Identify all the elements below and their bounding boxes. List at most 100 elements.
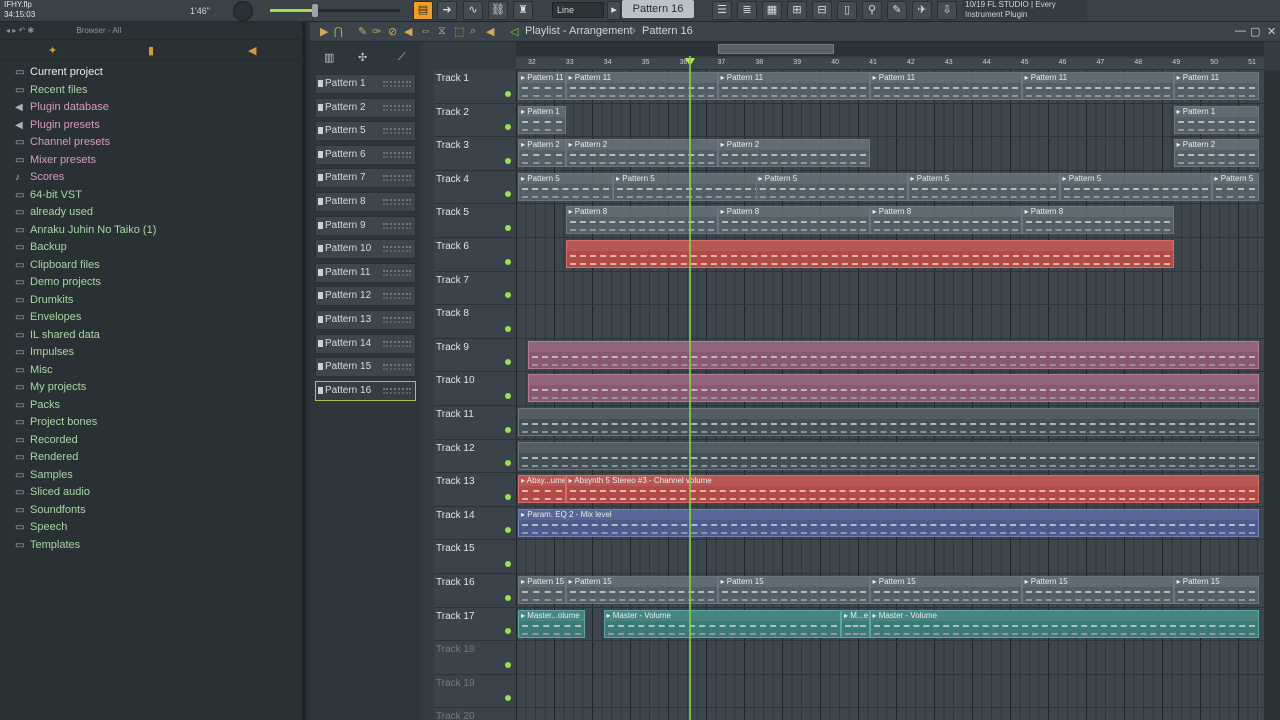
playlist-clip[interactable] bbox=[527, 374, 1259, 403]
browser-item[interactable]: ▭ Recent files bbox=[0, 82, 302, 100]
slip-tool-icon[interactable]: ⇔ bbox=[420, 25, 431, 37]
playlist-clip[interactable] bbox=[565, 240, 1174, 268]
track-header[interactable]: Track 12 bbox=[434, 440, 516, 474]
playlist-clip[interactable]: ▸ Pattern 15 bbox=[518, 576, 566, 604]
track-lane[interactable] bbox=[516, 339, 1264, 373]
pattern-picker-item[interactable]: Pattern 6 bbox=[315, 144, 416, 165]
track-mute-led[interactable] bbox=[505, 392, 511, 399]
pattern-picker-item[interactable]: Pattern 8 bbox=[315, 191, 416, 212]
tab-all-icon[interactable]: ✦ bbox=[48, 44, 57, 57]
playlist-clip[interactable]: ▸ Pattern 1 bbox=[1173, 105, 1259, 134]
pattern-picker-item[interactable]: Pattern 12 bbox=[315, 286, 416, 307]
track-lane[interactable]: ▸ Pattern 5 ▸ Pattern 5 ▸ Pattern 5 ▸ Patte… bbox=[516, 171, 1264, 205]
pattern-picker-item[interactable]: Pattern 14 bbox=[315, 333, 416, 354]
browser-item[interactable]: ▭ 64-bit VST bbox=[0, 187, 302, 205]
playlist-clip[interactable] bbox=[527, 340, 1259, 369]
master-pitch-knob[interactable] bbox=[233, 1, 253, 21]
browser-item[interactable]: ◀ Plugin database bbox=[0, 99, 302, 117]
playlist-clip[interactable]: ▸ Pattern 15 bbox=[1021, 576, 1174, 604]
track-lane[interactable]: ▸ Pattern 8 ▸ Pattern 8 ▸ Pattern 8 ▸ Patte… bbox=[516, 204, 1264, 238]
track-header[interactable]: Track 4 bbox=[434, 171, 516, 205]
back-arrow-icon[interactable]: ◁ bbox=[510, 25, 518, 38]
track-lane[interactable]: ▸ Param. EQ 2 - Mix level bbox=[516, 507, 1264, 541]
playlist-clip[interactable]: ▸ Pattern 8 bbox=[1021, 206, 1174, 235]
browser-item[interactable]: ▭ Misc bbox=[0, 362, 302, 380]
track-mute-led[interactable] bbox=[505, 90, 511, 97]
track-mute-led[interactable] bbox=[505, 191, 511, 198]
minimize-icon[interactable]: — bbox=[1235, 25, 1246, 37]
timeline-ruler[interactable]: 32 33 34 35 36 37 38 39 40 41 42 43 44 45 46 47 48 49 50 51 bbox=[516, 58, 1264, 70]
track-header[interactable]: Track 11 bbox=[434, 406, 516, 440]
browser-item[interactable]: ▭ Anraku Juhin No Taiko (1) bbox=[0, 222, 302, 240]
browser-item[interactable]: ▭ Backup bbox=[0, 239, 302, 257]
piano-roll-icon[interactable]: ▦ bbox=[762, 1, 782, 20]
track-header[interactable]: Track 19 bbox=[434, 675, 516, 709]
track-header[interactable]: Track 2 bbox=[434, 104, 516, 138]
track-header[interactable]: Track 6 bbox=[434, 238, 516, 272]
playlist-clip[interactable]: ▸ Pattern 8 bbox=[565, 206, 718, 235]
master-volume-slider[interactable] bbox=[270, 4, 400, 17]
track-mute-led[interactable] bbox=[505, 325, 511, 332]
browser-item[interactable]: ▭ Current project bbox=[0, 64, 302, 82]
track-mute-led[interactable] bbox=[505, 292, 511, 299]
pattern-picker-item[interactable]: Pattern 7 bbox=[315, 168, 416, 189]
pattern-picker-item[interactable]: Pattern 16 bbox=[315, 380, 416, 401]
close-icon[interactable]: ✕ bbox=[1267, 25, 1276, 38]
track-header[interactable]: Track 8 bbox=[434, 305, 516, 339]
vertical-scrollbar[interactable] bbox=[1264, 70, 1280, 720]
browser-item[interactable]: ▭ Rendered bbox=[0, 449, 302, 467]
track-header[interactable]: Track 16 bbox=[434, 574, 516, 608]
track-lane[interactable] bbox=[516, 641, 1264, 675]
browser-item[interactable]: ◀ Plugin presets bbox=[0, 117, 302, 135]
browser-item[interactable]: ▭ IL shared data bbox=[0, 327, 302, 345]
browser-item[interactable]: ♪ Scores bbox=[0, 169, 302, 187]
track-header[interactable]: Track 3 bbox=[434, 137, 516, 171]
playlist-clip[interactable]: ▸ Pattern 15 bbox=[565, 576, 718, 604]
draw-tool-icon[interactable]: ✎ bbox=[358, 25, 367, 38]
tab-plugins-icon[interactable]: ◀ bbox=[248, 44, 256, 57]
track-mute-led[interactable] bbox=[505, 560, 511, 567]
pattern-picker-item[interactable]: Pattern 2 bbox=[315, 97, 416, 118]
help-icon[interactable]: ✈ bbox=[912, 1, 932, 20]
track-header[interactable]: Track 20 bbox=[434, 708, 516, 720]
playlist-clip[interactable]: ▸ Master - Volume bbox=[603, 609, 841, 638]
maximize-icon[interactable]: ▢ bbox=[1250, 25, 1260, 38]
link-icon[interactable]: ⛓ bbox=[488, 1, 508, 20]
curve-icon[interactable]: ∿ bbox=[463, 1, 483, 20]
browser-item[interactable]: ▭ Demo projects bbox=[0, 274, 302, 292]
browser-item[interactable]: ▭ Soundfonts bbox=[0, 502, 302, 520]
plugin-picker-icon[interactable]: ⊟ bbox=[812, 1, 832, 20]
playlist-clip[interactable]: ▸ Pattern 11 bbox=[717, 72, 870, 100]
magnet-icon[interactable]: ⋂ bbox=[334, 25, 343, 38]
playlist-clip[interactable] bbox=[518, 441, 1259, 470]
track-header[interactable]: Track 5 bbox=[434, 204, 516, 238]
pattern-picker-item[interactable]: Pattern 1 bbox=[315, 74, 416, 94]
track-lane[interactable]: ▸ Pattern 1 ▸ Pattern 1 bbox=[516, 104, 1264, 138]
track-lane[interactable]: ▸ Pattern 2 ▸ Pattern 2 ▸ Pattern 2 ▸ Patte… bbox=[516, 137, 1264, 171]
playlist-clip[interactable]: ▸ Pattern 2 bbox=[565, 139, 718, 168]
file-icon[interactable]: ▯ bbox=[837, 1, 857, 20]
playlist-clip[interactable] bbox=[518, 408, 1259, 436]
pattern-selector[interactable]: Pattern 16 bbox=[622, 0, 694, 18]
track-mute-led[interactable] bbox=[505, 493, 511, 500]
track-mute-led[interactable] bbox=[505, 124, 511, 131]
track-mute-led[interactable] bbox=[505, 359, 511, 366]
playlist-clip[interactable]: ▸ Pattern 2 bbox=[518, 139, 566, 168]
playlist-clip[interactable]: ▸ Pattern 1 bbox=[518, 105, 566, 134]
track-lane[interactable]: ▸ Pattern 15 ▸ Pattern 15 ▸ Pattern 15 ▸ Pa… bbox=[516, 574, 1264, 608]
playback-tool-icon[interactable]: ◀ bbox=[486, 25, 494, 38]
playlist-clip[interactable]: ▸ Pattern 5 bbox=[1211, 172, 1259, 201]
browser-item[interactable]: ▭ Samples bbox=[0, 467, 302, 485]
arrow-icon[interactable]: ➜ bbox=[437, 1, 457, 20]
piano-icon[interactable]: ▥ bbox=[324, 51, 334, 64]
slice-tool-icon[interactable]: ⧖ bbox=[438, 25, 446, 38]
pattern-picker-item[interactable]: Pattern 11 bbox=[315, 262, 416, 283]
download-icon[interactable]: ⇩ bbox=[937, 1, 957, 20]
paint-tool-icon[interactable]: ✑ bbox=[372, 25, 381, 38]
pattern-picker-item[interactable]: Pattern 10 bbox=[315, 239, 416, 260]
arrangement-grid[interactable]: ▸ Pattern 11 ▸ Pattern 11 ▸ Pattern 11 ▸ Pa… bbox=[516, 70, 1264, 720]
playlist-clip[interactable]: ▸ Master...olume bbox=[518, 609, 585, 638]
track-header[interactable]: Track 17 bbox=[434, 608, 516, 642]
track-header[interactable]: Track 14 bbox=[434, 507, 516, 541]
browser-item[interactable]: ▭ Mixer presets bbox=[0, 152, 302, 170]
